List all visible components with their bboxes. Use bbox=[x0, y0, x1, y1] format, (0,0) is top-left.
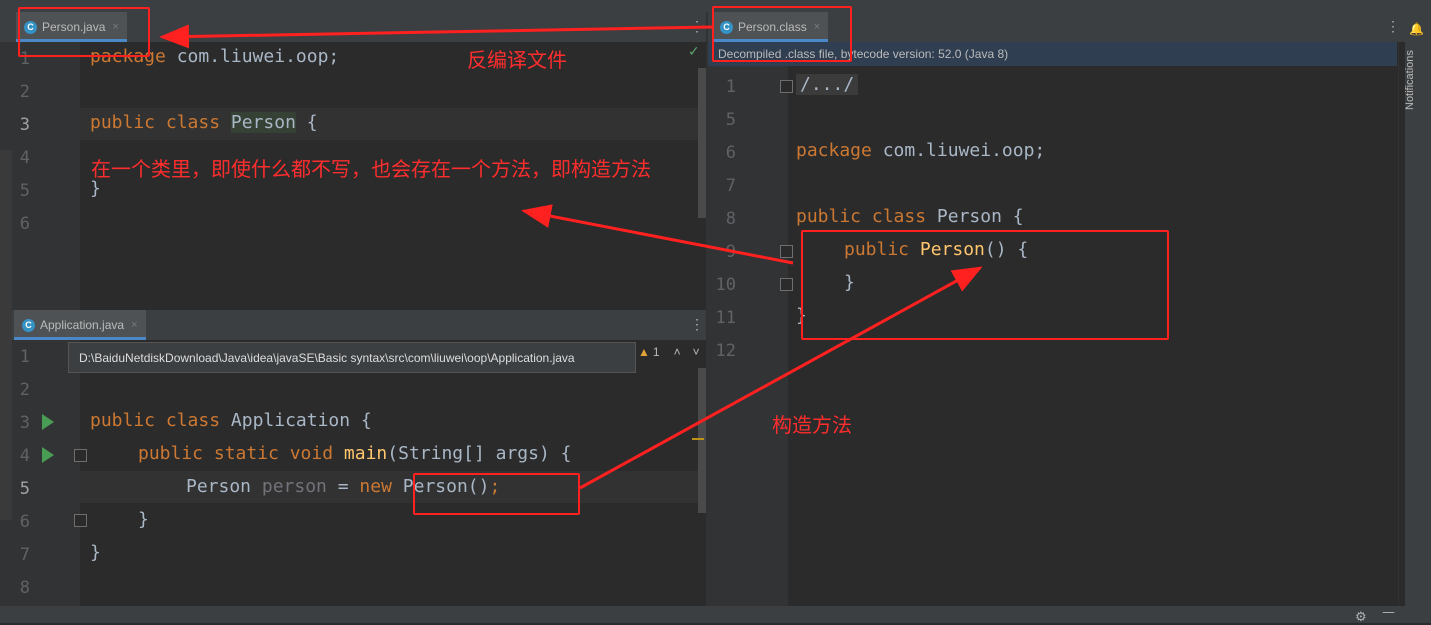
previous-highlight-icon[interactable]: ˄ bbox=[674, 345, 681, 359]
collapsed-imports[interactable]: /.../ bbox=[796, 74, 859, 95]
line-number: 12 bbox=[715, 341, 736, 361]
code-line-6[interactable]: package com.liuwei.oop; bbox=[796, 140, 1045, 161]
bell-icon[interactable]: 🔔 bbox=[1409, 22, 1424, 36]
left-top-menu-icon[interactable]: ⋮ bbox=[690, 18, 704, 35]
line-number: 7 bbox=[19, 545, 30, 565]
top-strip bbox=[0, 0, 1405, 12]
run-main-icon[interactable] bbox=[42, 447, 54, 463]
code-line-8[interactable]: public class Person { bbox=[796, 206, 1024, 227]
inspection-widget[interactable]: ▲ 1 ˄ ˅ bbox=[638, 345, 700, 359]
fold-icon[interactable] bbox=[74, 449, 87, 462]
notifications-label: Notifications bbox=[1404, 50, 1416, 110]
highlight-box-constructor bbox=[801, 230, 1169, 340]
notifications-tool-button[interactable]: Notifications bbox=[1404, 50, 1416, 110]
run-class-icon[interactable] bbox=[42, 414, 54, 430]
bottom-status-strip bbox=[0, 606, 1405, 623]
minimize-icon[interactable]: — bbox=[1382, 605, 1395, 620]
tab-label: Application.java bbox=[40, 318, 125, 332]
default-constructor-annotation: 在一个类里，即使什么都不写，也会存在一个方法，即构造方法 bbox=[91, 157, 651, 181]
expand-fold-icon[interactable] bbox=[780, 80, 793, 93]
line-number: 6 bbox=[725, 143, 736, 163]
line-number: 2 bbox=[19, 82, 30, 102]
right-menu-icon[interactable]: ⋮ bbox=[1386, 18, 1400, 35]
highlight-box-person-class-tab bbox=[712, 6, 852, 62]
line-number: 8 bbox=[725, 209, 736, 229]
file-path-tooltip: D:\BaiduNetdiskDownload\Java\idea\javaSE… bbox=[68, 342, 636, 373]
decompile-annotation: 反编译文件 bbox=[467, 48, 567, 72]
warning-count: 1 bbox=[652, 345, 660, 359]
line-number: 8 bbox=[19, 578, 30, 598]
constructor-annotation: 构造方法 bbox=[772, 413, 852, 437]
fold-icon[interactable] bbox=[780, 245, 793, 258]
code-line-6[interactable]: } bbox=[138, 509, 149, 530]
tab-application-java[interactable]: C Application.java × bbox=[14, 310, 146, 340]
fold-icon[interactable] bbox=[74, 514, 87, 527]
code-line-3[interactable]: public class Person { bbox=[90, 112, 318, 133]
fold-icon[interactable] bbox=[780, 278, 793, 291]
line-number: 9 bbox=[725, 242, 736, 262]
code-line-3[interactable]: public class Application { bbox=[90, 410, 372, 431]
warning-marker bbox=[692, 438, 704, 440]
code-line-7[interactable]: } bbox=[90, 542, 101, 563]
line-number: 3 bbox=[19, 115, 30, 135]
close-tab-icon[interactable]: × bbox=[131, 319, 137, 331]
line-number: 1 bbox=[725, 77, 736, 97]
inspection-ok-icon[interactable]: ✓ bbox=[688, 44, 700, 60]
file-path-text: D:\BaiduNetdiskDownload\Java\idea\javaSE… bbox=[79, 350, 575, 365]
line-number: 5 bbox=[725, 110, 736, 130]
left-edge bbox=[0, 150, 12, 520]
warning-icon: ▲ bbox=[638, 345, 650, 359]
line-number: 11 bbox=[715, 308, 736, 328]
class-file-icon: C bbox=[22, 318, 35, 332]
highlight-box-new-person bbox=[413, 473, 580, 515]
highlight-box-person-java-tab bbox=[18, 7, 150, 57]
left-bottom-scrollbar[interactable] bbox=[698, 368, 706, 513]
code-line-4[interactable]: public static void main(String[] args) { bbox=[138, 443, 572, 464]
line-number: 10 bbox=[715, 275, 736, 295]
line-number: 7 bbox=[725, 176, 736, 196]
